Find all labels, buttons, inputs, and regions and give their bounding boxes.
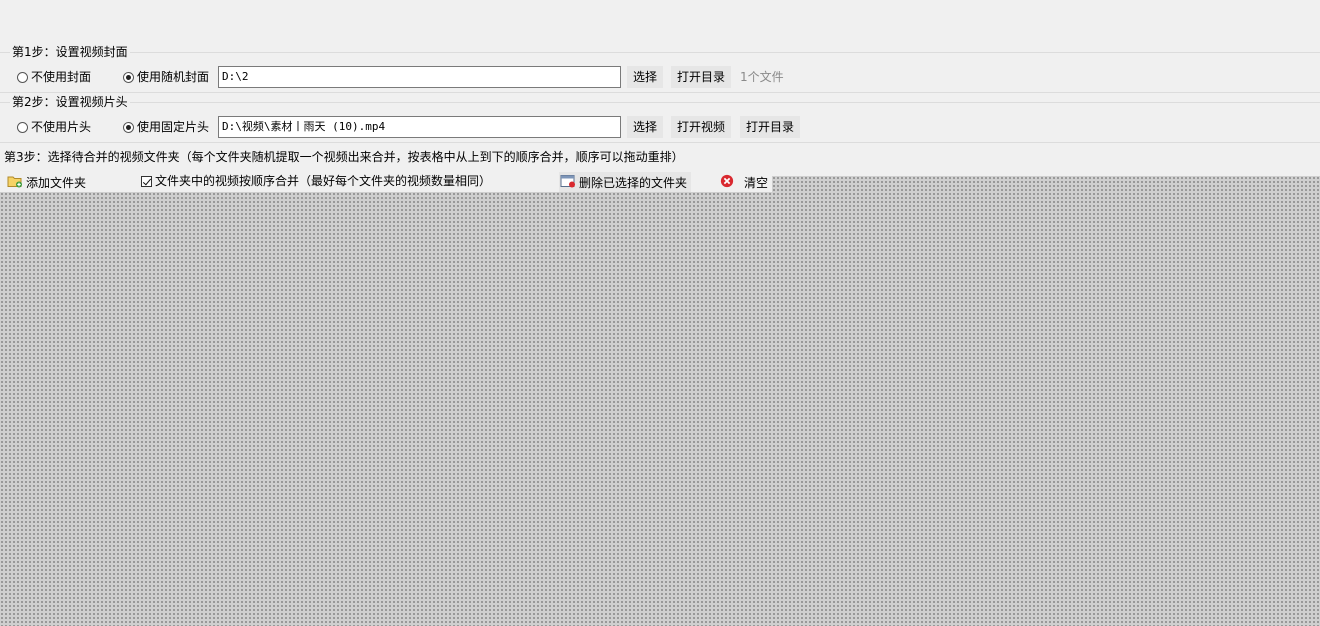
radio-random-cover-dot[interactable] <box>123 71 134 83</box>
delete-selected-button[interactable]: 删除已选择的文件夹 <box>559 172 692 193</box>
radio-fixed-intro[interactable]: 使用固定片头 <box>123 120 209 134</box>
radio-no-intro[interactable]: 不使用片头 <box>17 120 91 134</box>
red-x-circle-icon <box>719 174 735 191</box>
cover-path-input[interactable]: D:\2 <box>218 66 621 88</box>
radio-random-cover[interactable]: 使用随机封面 <box>123 70 209 84</box>
step1-group-border <box>0 52 1320 53</box>
radio-fixed-intro-dot[interactable] <box>123 121 134 133</box>
radio-no-intro-label: 不使用片头 <box>31 120 92 134</box>
add-folder-label: 添加文件夹 <box>26 175 87 190</box>
step1-legend: 第1步：设置视频封面 <box>10 45 130 59</box>
intro-path-input[interactable]: D:\视频\素材丨雨天 (10).mp4 <box>218 116 621 138</box>
step1-group-bottom-border <box>0 92 1320 93</box>
cover-open-dir-button[interactable]: 打开目录 <box>671 66 732 88</box>
radio-random-cover-label: 使用随机封面 <box>137 70 210 84</box>
folder-add-icon <box>7 174 23 191</box>
order-merge-checkbox[interactable]: 文件夹中的视频按顺序合并（最好每个文件夹的视频数量相同） <box>141 174 491 188</box>
folder-grid[interactable] <box>0 192 1320 626</box>
intro-open-video-button[interactable]: 打开视频 <box>671 116 732 138</box>
cover-file-count: 1个文件 <box>740 70 784 84</box>
step2-group-border <box>0 102 1320 103</box>
folder-grid-top-strip <box>772 176 1320 192</box>
radio-no-cover-label: 不使用封面 <box>31 70 92 84</box>
clear-label: 清空 <box>744 175 769 190</box>
intro-select-button[interactable]: 选择 <box>627 116 664 138</box>
step2-group-bottom-border <box>0 142 1320 143</box>
radio-no-intro-dot[interactable] <box>17 121 28 133</box>
cover-select-button[interactable]: 选择 <box>627 66 664 88</box>
step2-legend: 第2步：设置视频片头 <box>10 95 130 109</box>
radio-fixed-intro-label: 使用固定片头 <box>137 120 210 134</box>
step3-label: 第3步：选择待合并的视频文件夹（每个文件夹随机提取一个视频出来合并，按表格中从上… <box>4 150 684 164</box>
clear-button[interactable]: 清空 <box>719 174 768 191</box>
order-merge-label: 文件夹中的视频按顺序合并（最好每个文件夹的视频数量相同） <box>155 174 492 188</box>
delete-window-icon <box>560 174 576 191</box>
add-folder-button[interactable]: 添加文件夹 <box>7 174 86 191</box>
radio-no-cover-dot[interactable] <box>17 71 28 83</box>
intro-open-dir-button[interactable]: 打开目录 <box>740 116 801 138</box>
order-merge-check-box[interactable] <box>141 175 152 187</box>
delete-selected-label: 删除已选择的文件夹 <box>579 175 688 190</box>
radio-no-cover[interactable]: 不使用封面 <box>17 70 91 84</box>
